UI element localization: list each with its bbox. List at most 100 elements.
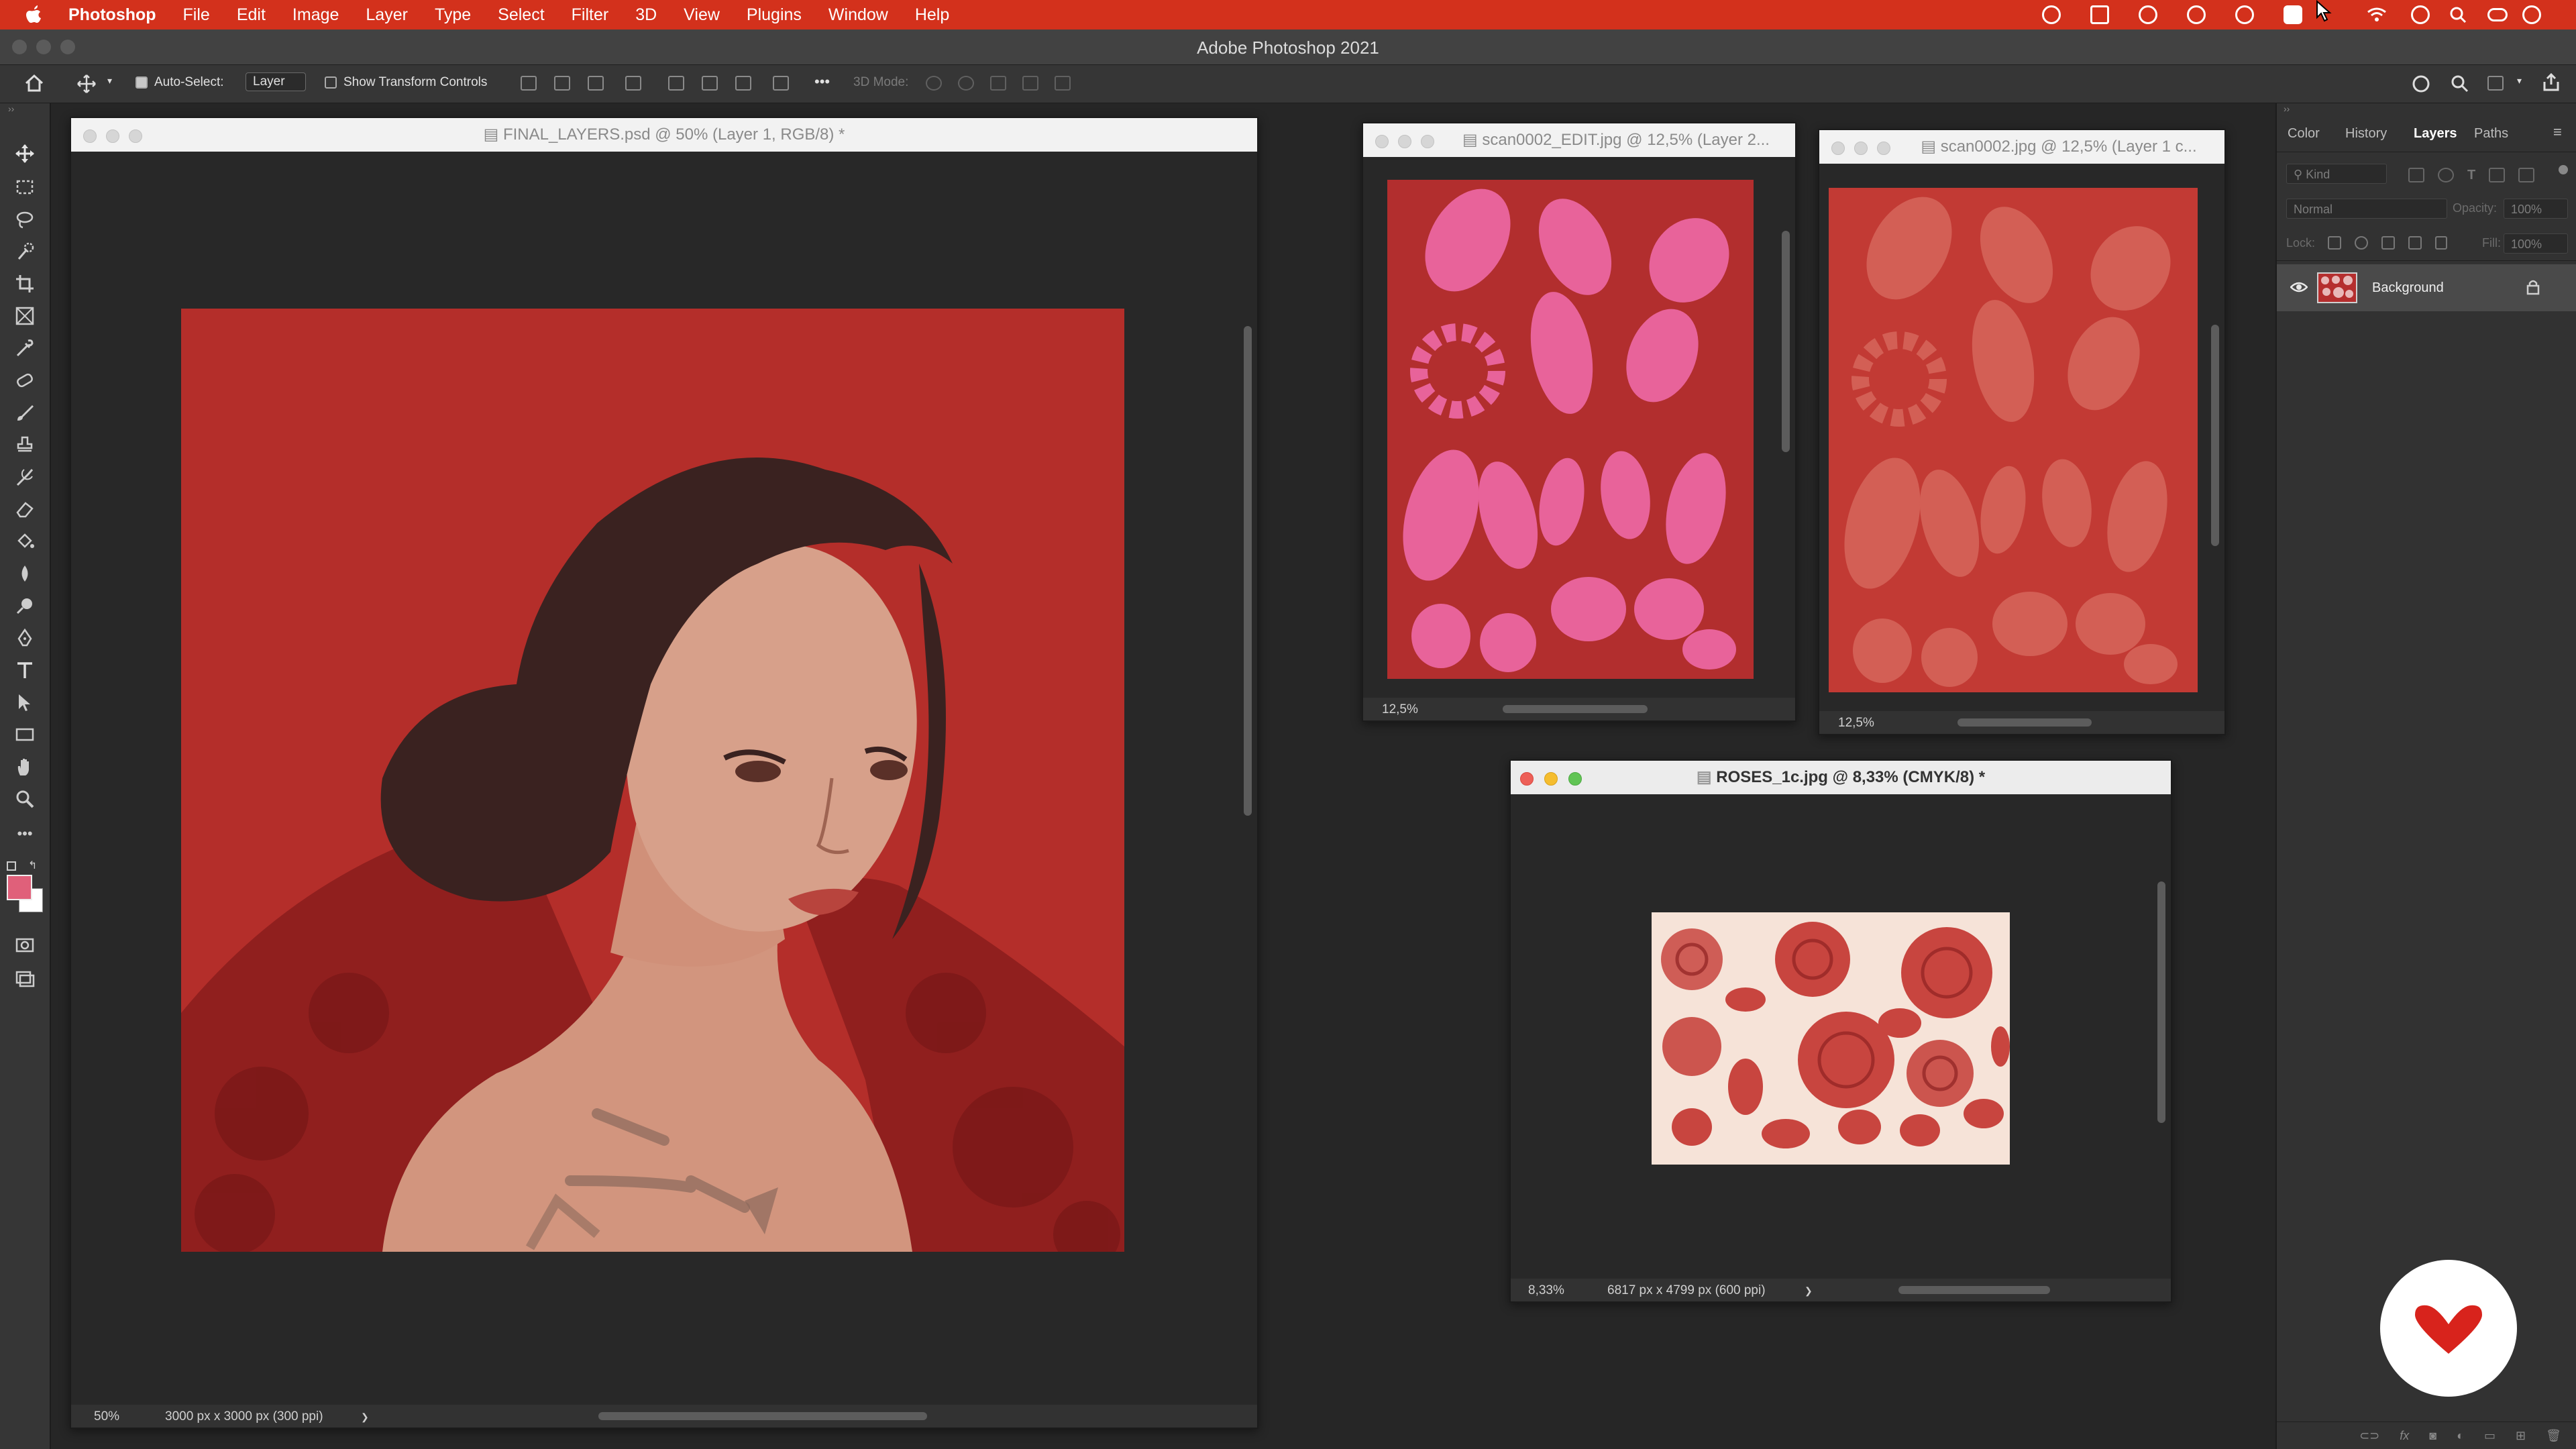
zoom-level[interactable]: 50% xyxy=(94,1409,119,1424)
adjustment-layer-icon[interactable]: ◐ xyxy=(2457,1429,2464,1443)
align-middle-icon[interactable] xyxy=(702,76,718,95)
document-tab-roses[interactable]: ▤ ROSES_1c.jpg @ 8,33% (CMYK/8) * xyxy=(1511,761,2171,794)
doc-zoom-dot[interactable] xyxy=(1568,772,1582,786)
brush-tool-icon[interactable] xyxy=(15,402,35,423)
lasso-tool-icon[interactable] xyxy=(15,209,35,229)
type-tool-icon[interactable] xyxy=(15,660,35,680)
rectangle-tool-icon[interactable] xyxy=(15,724,35,745)
auto-select-dropdown[interactable]: Layer xyxy=(246,72,306,91)
horizontal-scrollbar[interactable] xyxy=(1503,705,1648,713)
filter-type-icon[interactable]: T xyxy=(2467,168,2475,183)
menu-type[interactable]: Type xyxy=(435,5,471,25)
menu-filter[interactable]: Filter xyxy=(572,5,609,25)
filter-pixel-icon[interactable] xyxy=(2408,168,2424,182)
screen-icon[interactable] xyxy=(2090,5,2109,24)
layer-name[interactable]: Background xyxy=(2372,280,2444,296)
link-layers-icon[interactable]: ⊂⊃ xyxy=(2359,1429,2379,1443)
doc-close-dot[interactable] xyxy=(1831,142,1845,155)
layer-row[interactable]: Background xyxy=(2277,264,2576,311)
filter-adjustment-icon[interactable] xyxy=(2438,168,2454,182)
dodge-tool-icon[interactable] xyxy=(15,596,35,616)
tab-layers[interactable]: Layers xyxy=(2414,126,2457,142)
cloud-icon[interactable] xyxy=(2187,5,2206,24)
filter-shape-icon[interactable] xyxy=(2489,168,2506,182)
chevron-down-icon[interactable]: ▾ xyxy=(107,75,112,87)
apple-icon[interactable] xyxy=(25,5,42,24)
search-icon[interactable] xyxy=(2449,5,2467,24)
marquee-tool-icon[interactable] xyxy=(15,177,35,197)
distribute-v-icon[interactable] xyxy=(773,76,789,95)
blend-mode-select[interactable]: Normal xyxy=(2286,199,2447,219)
vertical-scrollbar[interactable] xyxy=(2211,325,2219,546)
doc-close-dot[interactable] xyxy=(1375,135,1389,148)
lock-image-icon[interactable] xyxy=(2355,236,2368,250)
screen-mode-icon[interactable] xyxy=(15,969,35,989)
search-panel-icon[interactable] xyxy=(2450,74,2470,94)
horizontal-scrollbar[interactable] xyxy=(1898,1286,2050,1294)
vertical-scrollbar[interactable] xyxy=(1782,231,1790,452)
tab-paths[interactable]: Paths xyxy=(2474,126,2508,142)
control-center-icon[interactable] xyxy=(2487,8,2508,21)
doc-zoom-dot[interactable] xyxy=(1877,142,1890,155)
status-arrow-icon[interactable]: ❯ xyxy=(1805,1285,1813,1297)
healing-brush-tool-icon[interactable] xyxy=(15,370,35,390)
zoom-level[interactable]: 8,33% xyxy=(1528,1283,1564,1298)
hand-tool-icon[interactable] xyxy=(15,757,35,777)
zoom-tool-icon[interactable] xyxy=(15,789,35,809)
vertical-scrollbar[interactable] xyxy=(2157,881,2165,1123)
doc-minimize-dot[interactable] xyxy=(1544,772,1558,786)
layer-style-icon[interactable]: fx xyxy=(2400,1429,2409,1443)
show-transform-checkbox[interactable]: Show Transform Controls xyxy=(325,75,487,90)
move-tool-preset-icon[interactable] xyxy=(76,74,97,94)
document-tab-scan[interactable]: ▤ scan0002.jpg @ 12,5% (Layer 1 c... xyxy=(1819,130,2224,164)
menu-edit[interactable]: Edit xyxy=(237,5,266,25)
auto-select-checkbox[interactable]: Auto-Select: xyxy=(136,75,224,90)
menu-help[interactable]: Help xyxy=(915,5,949,25)
zoom-level[interactable]: 12,5% xyxy=(1382,702,1418,717)
status-arrow-icon[interactable]: ❯ xyxy=(361,1411,369,1423)
menu-app-name[interactable]: Photoshop xyxy=(68,5,156,25)
path-selection-tool-icon[interactable] xyxy=(15,692,35,712)
menu-select[interactable]: Select xyxy=(498,5,544,25)
move-tool-icon[interactable] xyxy=(15,144,35,164)
lock-transparent-icon[interactable] xyxy=(2328,236,2341,250)
doc-zoom-dot[interactable] xyxy=(1421,135,1434,148)
workspace-icon[interactable] xyxy=(2487,76,2504,95)
history-brush-tool-icon[interactable] xyxy=(15,467,35,487)
wifi-icon[interactable] xyxy=(2367,7,2387,23)
distribute-h-icon[interactable] xyxy=(625,76,641,95)
doc-zoom-dot[interactable] xyxy=(129,129,142,143)
menu-view[interactable]: View xyxy=(684,5,720,25)
align-center-h-icon[interactable] xyxy=(554,76,570,95)
menu-file[interactable]: File xyxy=(183,5,210,25)
trash-icon[interactable]: 🗑 xyxy=(2546,1429,2561,1443)
filter-kind-select[interactable]: ⚲ Kind xyxy=(2286,164,2387,184)
document-tab-scan-edit[interactable]: ▤ scan0002_EDIT.jpg @ 12,5% (Layer 2... xyxy=(1363,123,1795,157)
menu-image[interactable]: Image xyxy=(292,5,339,25)
doc-close-dot[interactable] xyxy=(83,129,97,143)
document-roses[interactable]: ▤ ROSES_1c.jpg @ 8,33% (CMYK/8) * 8,33% xyxy=(1509,759,2172,1303)
eraser-tool-icon[interactable] xyxy=(15,499,35,519)
vertical-scrollbar[interactable] xyxy=(1244,326,1252,816)
crop-tool-icon[interactable] xyxy=(15,274,35,294)
quick-mask-icon[interactable] xyxy=(15,935,35,955)
canvas-portrait-artwork[interactable] xyxy=(181,309,1124,1252)
sync-icon[interactable] xyxy=(2042,5,2061,24)
align-left-icon[interactable] xyxy=(521,76,537,95)
user-icon[interactable] xyxy=(2411,5,2430,24)
lock-all-icon[interactable] xyxy=(2435,236,2447,250)
opacity-input[interactable]: 100% xyxy=(2504,199,2568,219)
doc-minimize-dot[interactable] xyxy=(1854,142,1868,155)
align-right-icon[interactable] xyxy=(588,76,604,95)
s-icon[interactable] xyxy=(2284,5,2302,24)
collapse-panel-icon[interactable]: ›› xyxy=(2284,103,2290,114)
foreground-color-swatch[interactable] xyxy=(7,875,32,900)
align-top-icon[interactable] xyxy=(668,76,684,95)
panel-menu-icon[interactable]: ≡ xyxy=(2553,123,2562,141)
workspace-chevron-icon[interactable]: ▾ xyxy=(2517,75,2522,87)
doc-close-dot[interactable] xyxy=(1520,772,1534,786)
clone-stamp-tool-icon[interactable] xyxy=(15,435,35,455)
canvas-red-brushstrokes[interactable] xyxy=(1829,188,2198,692)
filter-toggle-icon[interactable] xyxy=(2559,165,2568,174)
filter-smart-object-icon[interactable] xyxy=(2518,168,2535,182)
